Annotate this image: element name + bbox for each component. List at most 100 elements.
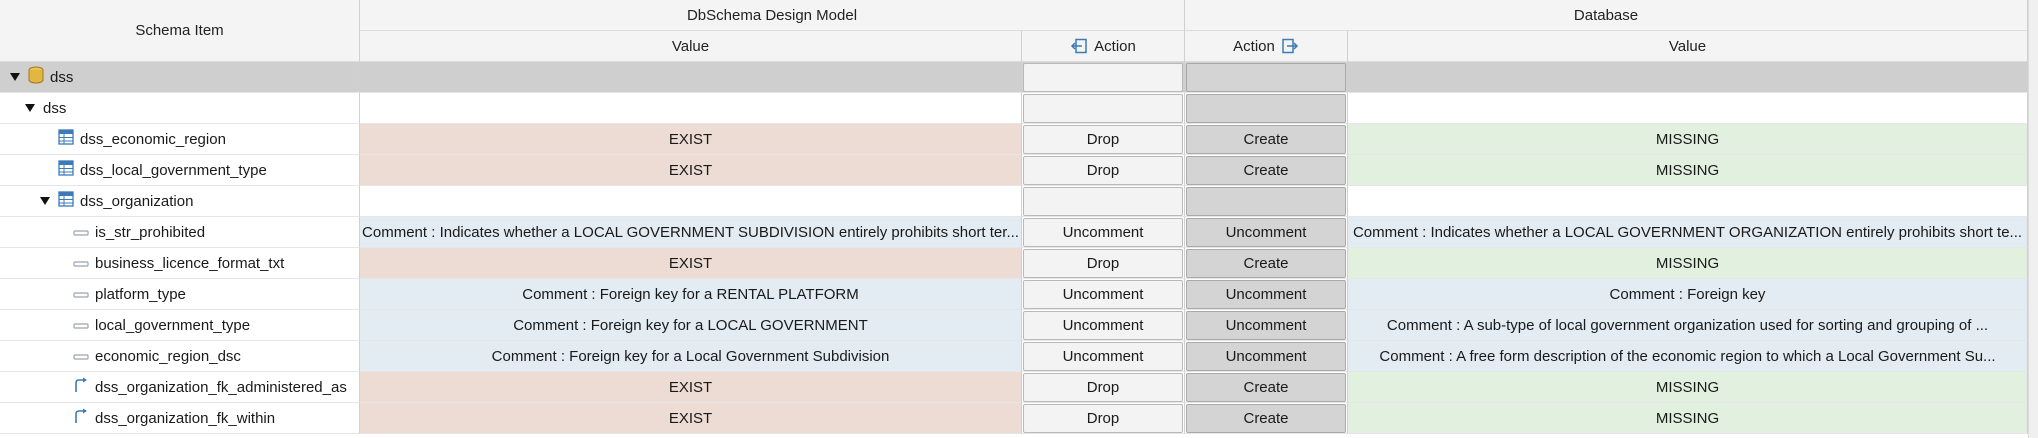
table-row[interactable]: dss: [0, 93, 2028, 124]
schema-item-label: business_licence_format_txt: [95, 254, 285, 272]
db-action-button[interactable]: [1186, 187, 1346, 216]
design-action-button[interactable]: [1023, 94, 1183, 123]
schema-item-cell[interactable]: platform_type: [0, 279, 360, 310]
expand-triangle-icon[interactable]: [40, 197, 50, 205]
foreign-key-icon: [73, 408, 89, 428]
expand-triangle-icon[interactable]: [25, 104, 35, 112]
table-row[interactable]: is_str_prohibited Comment : Indicates whe…: [0, 217, 2028, 248]
db-value-cell: MISSING: [1348, 248, 2028, 279]
header-db-action[interactable]: Action: [1185, 31, 1348, 62]
database-icon: [28, 66, 44, 88]
db-value-cell: [1348, 93, 2028, 124]
schema-item-label: local_government_type: [95, 316, 251, 334]
schema-item-label: platform_type: [95, 285, 186, 303]
table-row[interactable]: platform_type Comment : Foreign key for a…: [0, 279, 2028, 310]
column-icon: [73, 255, 89, 272]
design-action-button[interactable]: Drop: [1023, 404, 1183, 433]
db-action-button[interactable]: Create: [1186, 125, 1346, 154]
db-value-cell: Comment : A free form description of the…: [1348, 341, 2028, 372]
table-row[interactable]: local_government_type Comment : Foreign k…: [0, 310, 2028, 341]
db-action-button[interactable]: Uncomment: [1186, 280, 1346, 309]
db-action-button[interactable]: Uncomment: [1186, 342, 1346, 371]
table-row[interactable]: dss_local_government_type EXIST Drop Create…: [0, 155, 2028, 186]
schema-item-label: dss_local_government_type: [80, 161, 267, 179]
table-row[interactable]: dss_organization_fk_within EXIST Drop Creat…: [0, 403, 2028, 434]
design-action-button[interactable]: Drop: [1023, 373, 1183, 402]
db-value-cell: MISSING: [1348, 155, 2028, 186]
schema-item-cell[interactable]: local_government_type: [0, 310, 360, 341]
schema-item-cell[interactable]: business_licence_format_txt: [0, 248, 360, 279]
table-row[interactable]: business_licence_format_txt EXIST Drop Crea…: [0, 248, 2028, 279]
header-design-action[interactable]: Action: [1022, 31, 1185, 62]
design-action-button[interactable]: Drop: [1023, 249, 1183, 278]
header-design-action-label: Action: [1094, 37, 1136, 55]
db-action-button[interactable]: Create: [1186, 249, 1346, 278]
design-value-cell: [360, 62, 1022, 93]
table-icon: [58, 160, 74, 180]
header-design-value-label: Value: [671, 37, 710, 55]
db-value-cell: Comment : Foreign key: [1348, 279, 2028, 310]
header-db-value[interactable]: Value: [1348, 31, 2028, 62]
design-action-button[interactable]: Uncomment: [1023, 311, 1183, 340]
design-value-cell: EXIST: [360, 155, 1022, 186]
table-icon: [58, 129, 74, 149]
db-value-cell: Comment : A sub-type of local government…: [1348, 310, 2028, 341]
db-action-button[interactable]: Uncomment: [1186, 311, 1346, 340]
export-arrow-icon: [1282, 38, 1298, 54]
header-design-model: DbSchema Design Model: [360, 0, 1185, 31]
design-value-cell: Comment : Foreign key for a LOCAL GOVERN…: [360, 310, 1022, 341]
schema-item-cell[interactable]: is_str_prohibited: [0, 217, 360, 248]
schema-item-label: dss: [50, 68, 74, 86]
design-action-button[interactable]: Drop: [1023, 156, 1183, 185]
design-action-button[interactable]: [1023, 63, 1183, 92]
design-value-cell: EXIST: [360, 124, 1022, 155]
schema-item-label: dss: [43, 99, 67, 117]
table-row[interactable]: dss_organization: [0, 186, 2028, 217]
table-row[interactable]: dss_economic_region EXIST Drop Create MISSIN…: [0, 124, 2028, 155]
schema-item-label: is_str_prohibited: [95, 223, 206, 241]
table-row[interactable]: dss: [0, 62, 2028, 93]
schema-item-cell[interactable]: economic_region_dsc: [0, 341, 360, 372]
schema-item-cell[interactable]: dss_organization_fk_administered_as: [0, 372, 360, 403]
design-value-cell: Comment : Foreign key for a RENTAL PLATF…: [360, 279, 1022, 310]
db-value-cell: MISSING: [1348, 403, 2028, 434]
header-db-value-label: Value: [1668, 37, 1707, 55]
design-action-button[interactable]: [1023, 187, 1183, 216]
schema-item-cell[interactable]: dss: [0, 62, 360, 93]
design-action-button[interactable]: Drop: [1023, 125, 1183, 154]
vertical-scrollbar[interactable]: [2028, 0, 2038, 438]
header-design-value[interactable]: Value: [360, 31, 1022, 62]
import-arrow-icon: [1071, 38, 1087, 54]
schema-item-cell[interactable]: dss: [0, 93, 360, 124]
table-row[interactable]: dss_organization_fk_administered_as EXIST…: [0, 372, 2028, 403]
foreign-key-icon: [73, 377, 89, 397]
header-db-action-label: Action: [1233, 37, 1275, 55]
table-icon: [58, 191, 74, 211]
schema-item-label: dss_organization: [80, 192, 194, 210]
design-value-cell: EXIST: [360, 403, 1022, 434]
design-value-cell: Comment : Indicates whether a LOCAL GOVE…: [360, 217, 1022, 248]
design-value-cell: [360, 186, 1022, 217]
schema-item-label: economic_region_dsc: [95, 347, 241, 365]
schema-item-cell[interactable]: dss_local_government_type: [0, 155, 360, 186]
design-value-cell: EXIST: [360, 372, 1022, 403]
db-action-button[interactable]: Create: [1186, 373, 1346, 402]
db-action-button[interactable]: Create: [1186, 404, 1346, 433]
db-action-button[interactable]: [1186, 94, 1346, 123]
db-action-button[interactable]: Create: [1186, 156, 1346, 185]
design-action-button[interactable]: Uncomment: [1023, 280, 1183, 309]
db-action-button[interactable]: Uncomment: [1186, 218, 1346, 247]
design-action-button[interactable]: Uncomment: [1023, 218, 1183, 247]
schema-item-cell[interactable]: dss_economic_region: [0, 124, 360, 155]
db-action-button[interactable]: [1186, 63, 1346, 92]
schema-item-label: dss_economic_region: [80, 130, 226, 148]
schema-item-cell[interactable]: dss_organization_fk_within: [0, 403, 360, 434]
schema-item-cell[interactable]: dss_organization: [0, 186, 360, 217]
column-icon: [73, 286, 89, 303]
db-value-cell: MISSING: [1348, 124, 2028, 155]
design-action-button[interactable]: Uncomment: [1023, 342, 1183, 371]
schema-item-label: dss_organization_fk_within: [95, 409, 276, 427]
header-schema-item[interactable]: Schema Item: [0, 0, 360, 62]
expand-triangle-icon[interactable]: [10, 73, 20, 81]
table-row[interactable]: economic_region_dsc Comment : Foreign key…: [0, 341, 2028, 372]
